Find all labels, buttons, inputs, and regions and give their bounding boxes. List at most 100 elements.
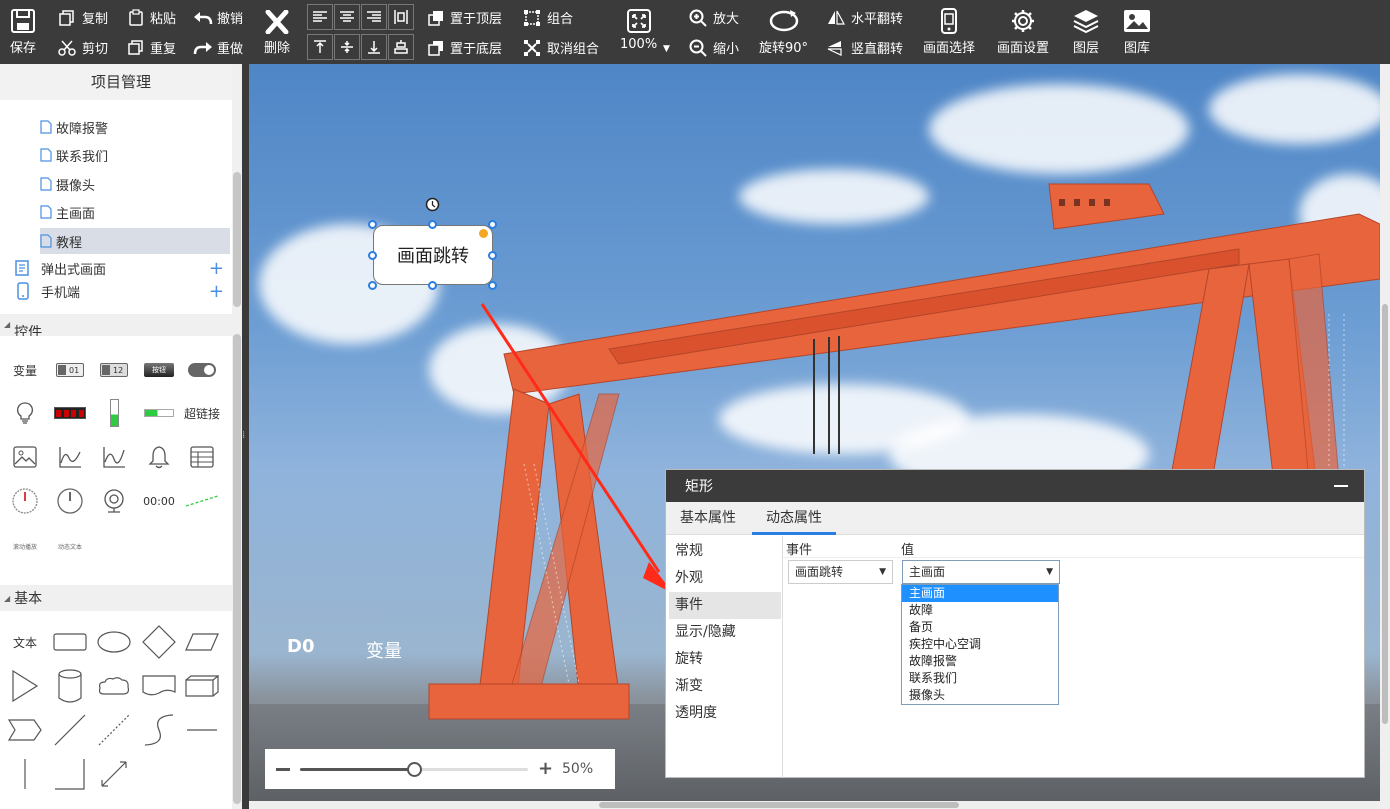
shape-triangle[interactable] [5, 669, 45, 703]
canvas-label-d0[interactable]: D0 [287, 636, 314, 657]
shape-dashed-line[interactable] [94, 713, 134, 747]
tab-basic-properties[interactable]: 基本属性 [666, 502, 750, 535]
dropdown-option[interactable]: 备页 [902, 619, 1058, 636]
page-item[interactable]: 联系我们 [40, 142, 108, 168]
control-numeric-input[interactable]: 12 [94, 353, 134, 387]
shape-cube[interactable] [182, 669, 222, 703]
screen-settings-button[interactable]: 画面设置 [997, 8, 1049, 56]
canvas-horizontal-scrollbar[interactable] [249, 801, 1380, 809]
resize-handle-n[interactable] [428, 220, 437, 229]
control-alarm[interactable] [139, 440, 179, 474]
group-button[interactable]: 组合 [523, 8, 573, 27]
property-category-item[interactable]: 外观 [669, 565, 781, 592]
control-history-chart[interactable] [94, 440, 134, 474]
minimize-icon[interactable] [1334, 485, 1348, 487]
rotate-button[interactable]: 旋转90° [759, 8, 808, 56]
control-hyperlink[interactable]: 超链接 [182, 396, 222, 430]
mobile-group[interactable]: 手机端 + [14, 280, 224, 302]
control-scroll-text[interactable]: 滚动播放 [5, 529, 45, 563]
undo-button[interactable]: 撤销 [193, 8, 243, 27]
gallery-button[interactable]: 图库 [1123, 8, 1151, 56]
control-numeric-display[interactable]: 01 [50, 353, 90, 387]
shape-diamond[interactable] [139, 625, 179, 659]
shape-vertical-line[interactable] [5, 757, 45, 791]
control-camera[interactable] [94, 484, 134, 518]
canvas-vertical-scrollbar[interactable] [1380, 64, 1390, 809]
property-category-item[interactable]: 旋转 [669, 646, 781, 673]
property-panel-header[interactable]: 矩形 [666, 470, 1364, 502]
page-item[interactable]: 故障报警 [40, 114, 108, 140]
property-category-item[interactable]: 透明度 [669, 700, 781, 727]
copy-button[interactable]: 复制 [58, 8, 108, 27]
resize-handle-e[interactable] [488, 251, 497, 260]
control-time[interactable]: 00:00 [139, 484, 179, 518]
page-item[interactable]: 教程 [40, 228, 230, 254]
redo-button[interactable]: 重做 [193, 38, 243, 57]
save-button[interactable]: 保存 [10, 8, 36, 56]
control-switch[interactable] [182, 353, 222, 387]
shape-cloud[interactable] [94, 669, 134, 703]
panel-splitter-handle[interactable]: ⁞ [242, 430, 249, 442]
resize-handle-sw[interactable] [368, 281, 377, 290]
controls-section-header[interactable]: ◢ 控件 [0, 314, 232, 336]
shape-ellipse[interactable] [94, 625, 134, 659]
cut-button[interactable]: 剪切 [58, 38, 108, 57]
shape-elbow-line[interactable] [50, 757, 90, 791]
control-gauge[interactable] [5, 484, 45, 518]
layers-button[interactable]: 图层 [1072, 8, 1100, 56]
duplicate-button[interactable]: 重复 [128, 38, 176, 57]
corner-radius-handle[interactable] [479, 229, 488, 238]
property-category-item[interactable]: 显示/隐藏 [669, 619, 781, 646]
flip-vertical-button[interactable]: 竖直翻转 [827, 38, 903, 57]
control-image[interactable] [5, 440, 45, 474]
left-scroll-thumb[interactable] [233, 172, 241, 307]
send-to-bottom-button[interactable]: 置于底层 [428, 38, 502, 57]
dropdown-option[interactable]: 疾控中心空调 [902, 636, 1058, 653]
align-hcenter-button[interactable] [388, 4, 414, 30]
shape-pentagon-arrow[interactable] [5, 713, 45, 747]
control-lamp[interactable] [5, 396, 45, 430]
basic-section-header[interactable]: ◢ 基本 [0, 585, 232, 611]
delete-button[interactable]: 删除 [264, 10, 290, 56]
resize-handle-w[interactable] [368, 251, 377, 260]
property-category-item[interactable]: 事件 [669, 592, 781, 619]
canvas-label-variable[interactable]: 变量 [366, 637, 402, 663]
dropdown-option[interactable]: 主画面 [902, 585, 1058, 602]
left-scroll-thumb-lower[interactable] [233, 334, 241, 804]
dropdown-option[interactable]: 联系我们 [902, 670, 1058, 687]
zoom-dropdown-icon[interactable]: ▼ [663, 44, 670, 54]
add-mobile-icon[interactable]: + [209, 281, 224, 302]
property-category-item[interactable]: 渐变 [669, 673, 781, 700]
align-left-button[interactable] [307, 4, 333, 30]
resize-handle-s[interactable] [428, 281, 437, 290]
align-middle-button[interactable] [334, 34, 360, 60]
zoom-slider-track[interactable] [300, 762, 528, 777]
zoom-fit-button[interactable]: 100% [620, 8, 657, 52]
control-clock[interactable] [50, 484, 90, 518]
flip-horizontal-button[interactable]: 水平翻转 [827, 8, 903, 27]
align-top-button[interactable] [307, 34, 333, 60]
resize-handle-nw[interactable] [368, 220, 377, 229]
left-panel-scrollbar[interactable] [232, 64, 242, 809]
control-progress-bar[interactable] [139, 396, 179, 430]
value-select[interactable]: 主画面 ▼ [902, 560, 1060, 584]
zoom-out-button[interactable]: 缩小 [689, 38, 739, 57]
horizontal-scroll-thumb[interactable] [599, 802, 959, 808]
vertical-scroll-thumb[interactable] [1382, 304, 1388, 724]
control-level-bar[interactable] [94, 396, 134, 430]
align-right-button[interactable] [361, 4, 387, 30]
resize-handle-se[interactable] [488, 281, 497, 290]
property-category-item[interactable]: 常规 [669, 538, 781, 565]
control-dynamic-text[interactable]: 动态文本 [50, 529, 90, 563]
shape-line[interactable] [50, 713, 90, 747]
zoom-minus-icon[interactable] [276, 768, 290, 771]
distribute-v-button[interactable] [388, 34, 414, 60]
screen-select-button[interactable]: 画面选择 [923, 8, 975, 56]
shape-cylinder[interactable] [50, 669, 90, 703]
event-select[interactable]: 画面跳转 ▼ [788, 560, 893, 584]
control-table[interactable] [182, 440, 222, 474]
rotate-handle-icon[interactable] [424, 196, 441, 213]
control-flow-line[interactable] [182, 484, 222, 518]
ungroup-button[interactable]: 取消组合 [523, 38, 599, 57]
shape-curve[interactable] [139, 713, 179, 747]
